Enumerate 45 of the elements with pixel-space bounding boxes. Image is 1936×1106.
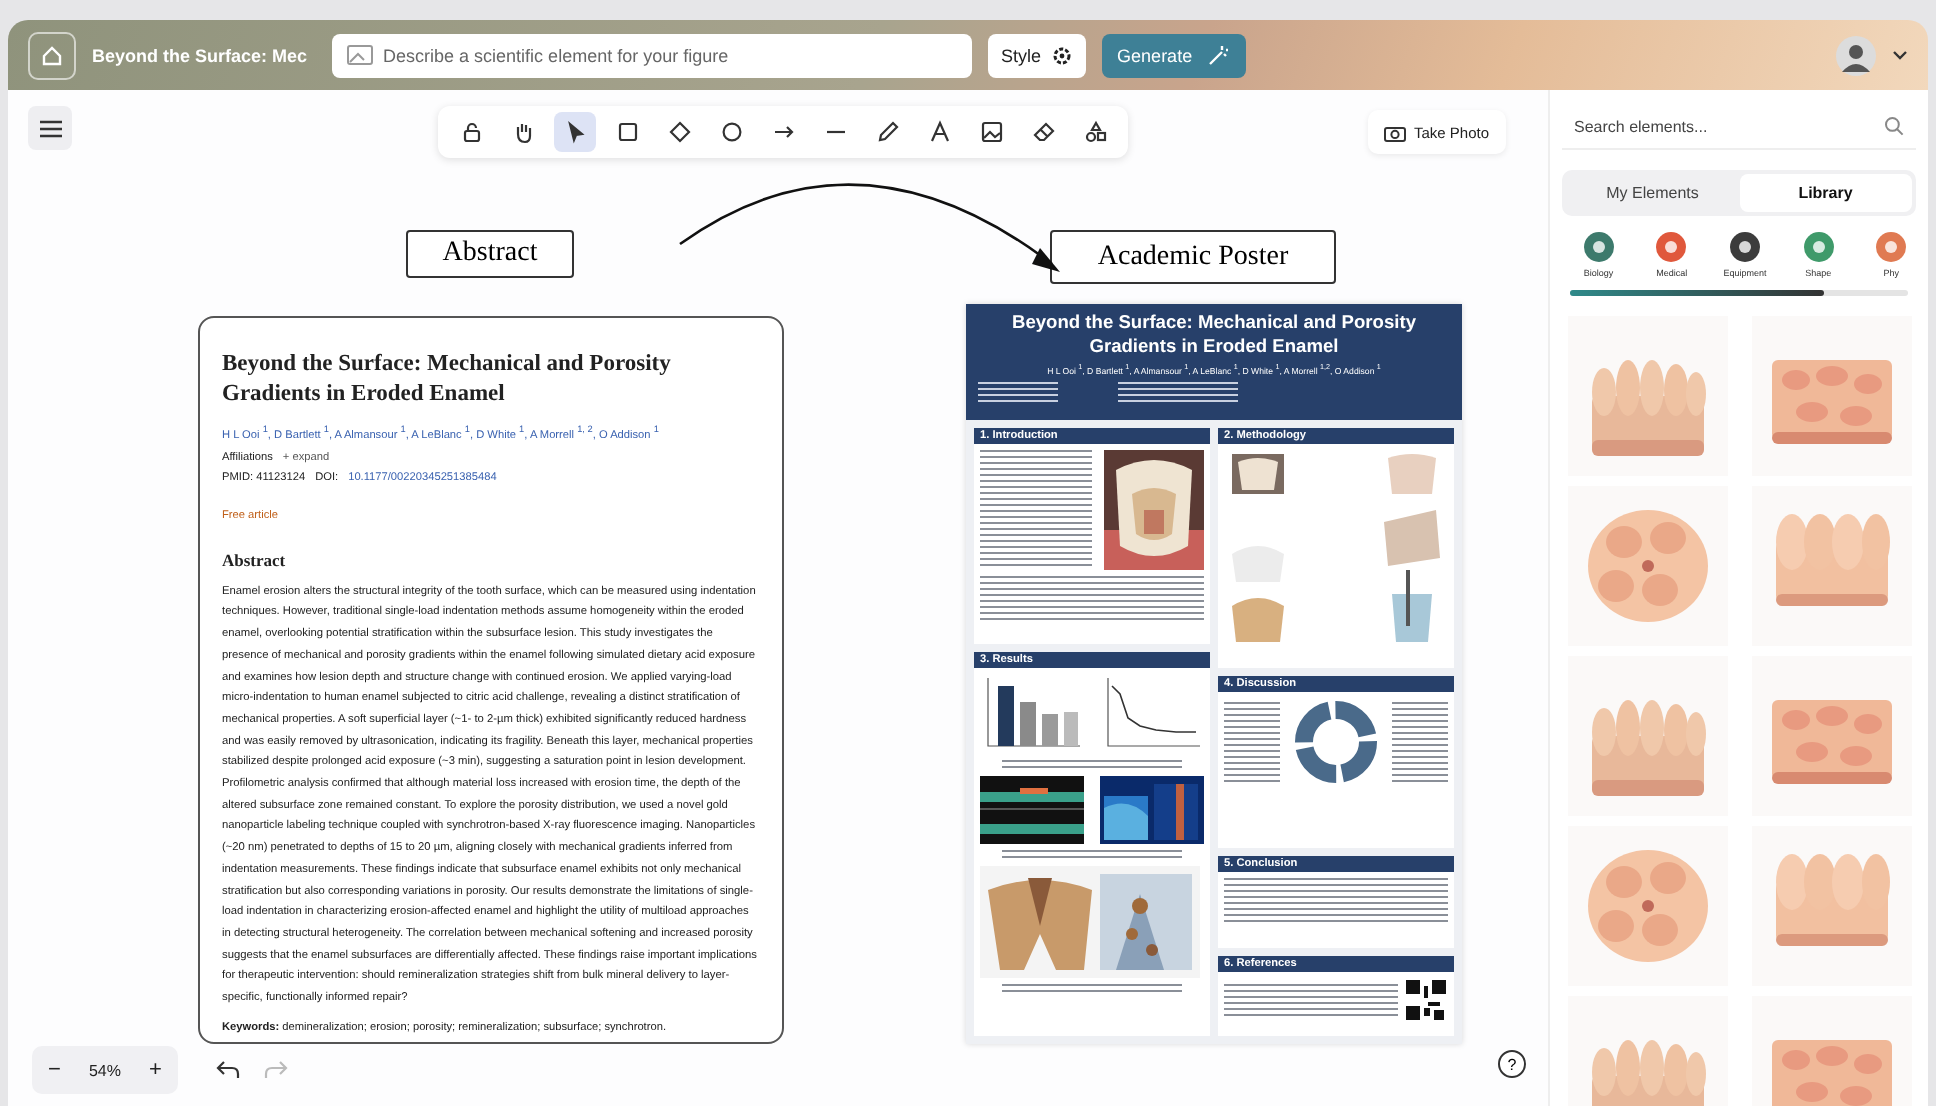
caret-icon[interactable]: [1892, 49, 1908, 61]
zoom-level: 54%: [88, 1061, 121, 1079]
abstract-heading: Abstract: [222, 549, 288, 570]
menu-icon: [39, 119, 61, 137]
diamond-icon: [667, 120, 691, 144]
abstract-label: Abstract: [406, 230, 574, 278]
text-lines-drawing: [1224, 702, 1280, 782]
camera-icon: [1384, 123, 1406, 141]
gear-icon: [1051, 45, 1072, 65]
square-icon: [615, 120, 639, 144]
category-icon[interactable]: [1583, 232, 1614, 262]
pointer-icon: [563, 120, 587, 144]
image-icon: [345, 43, 374, 65]
poster-title: Beyond the Surface: Mechanical and Porosity Gradients in Eroded Enamel: [1010, 312, 1418, 359]
tab[interactable]: My Elements: [1566, 174, 1739, 212]
text-icon: [927, 120, 951, 144]
prompt-field[interactable]: Describe a scientific element for your figure: [331, 33, 972, 77]
undo-icon[interactable]: [216, 1060, 240, 1080]
circle-icon: [719, 120, 743, 144]
category-icon[interactable]: [1729, 232, 1760, 262]
article-title: Beyond the Surface: Mechanical and Porosity Gradients in Eroded Enamel: [222, 350, 673, 410]
tab[interactable]: Library: [1739, 174, 1912, 212]
help-button[interactable]: ?: [1498, 1050, 1526, 1078]
style-button[interactable]: Style: [987, 33, 1086, 77]
lock-icon: [459, 120, 483, 144]
menu-button[interactable]: [28, 106, 72, 150]
generate-button[interactable]: Generate: [1101, 33, 1247, 77]
cycle-diagram-drawing: [1292, 698, 1380, 786]
pencil-icon: [875, 120, 899, 144]
tool-button[interactable]: [554, 112, 596, 152]
magic-wand-icon: [1208, 44, 1231, 66]
shapes-icon: [1083, 120, 1107, 144]
search-icon: [1884, 116, 1904, 136]
zoom-in-button[interactable]: +: [144, 1058, 166, 1082]
home-button[interactable]: [28, 31, 76, 79]
image-icon: [979, 120, 1003, 144]
avatar-icon[interactable]: [1836, 35, 1876, 75]
eraser-icon: [1031, 120, 1055, 144]
text-lines-drawing: [980, 450, 1092, 570]
hand-icon: [511, 120, 535, 144]
text-lines-drawing: [1392, 702, 1448, 782]
home-icon: [40, 43, 64, 67]
poster-label: Academic Poster: [1050, 230, 1336, 284]
qr-code-icon: [1404, 978, 1448, 1022]
zoom-out-button[interactable]: −: [44, 1058, 65, 1082]
